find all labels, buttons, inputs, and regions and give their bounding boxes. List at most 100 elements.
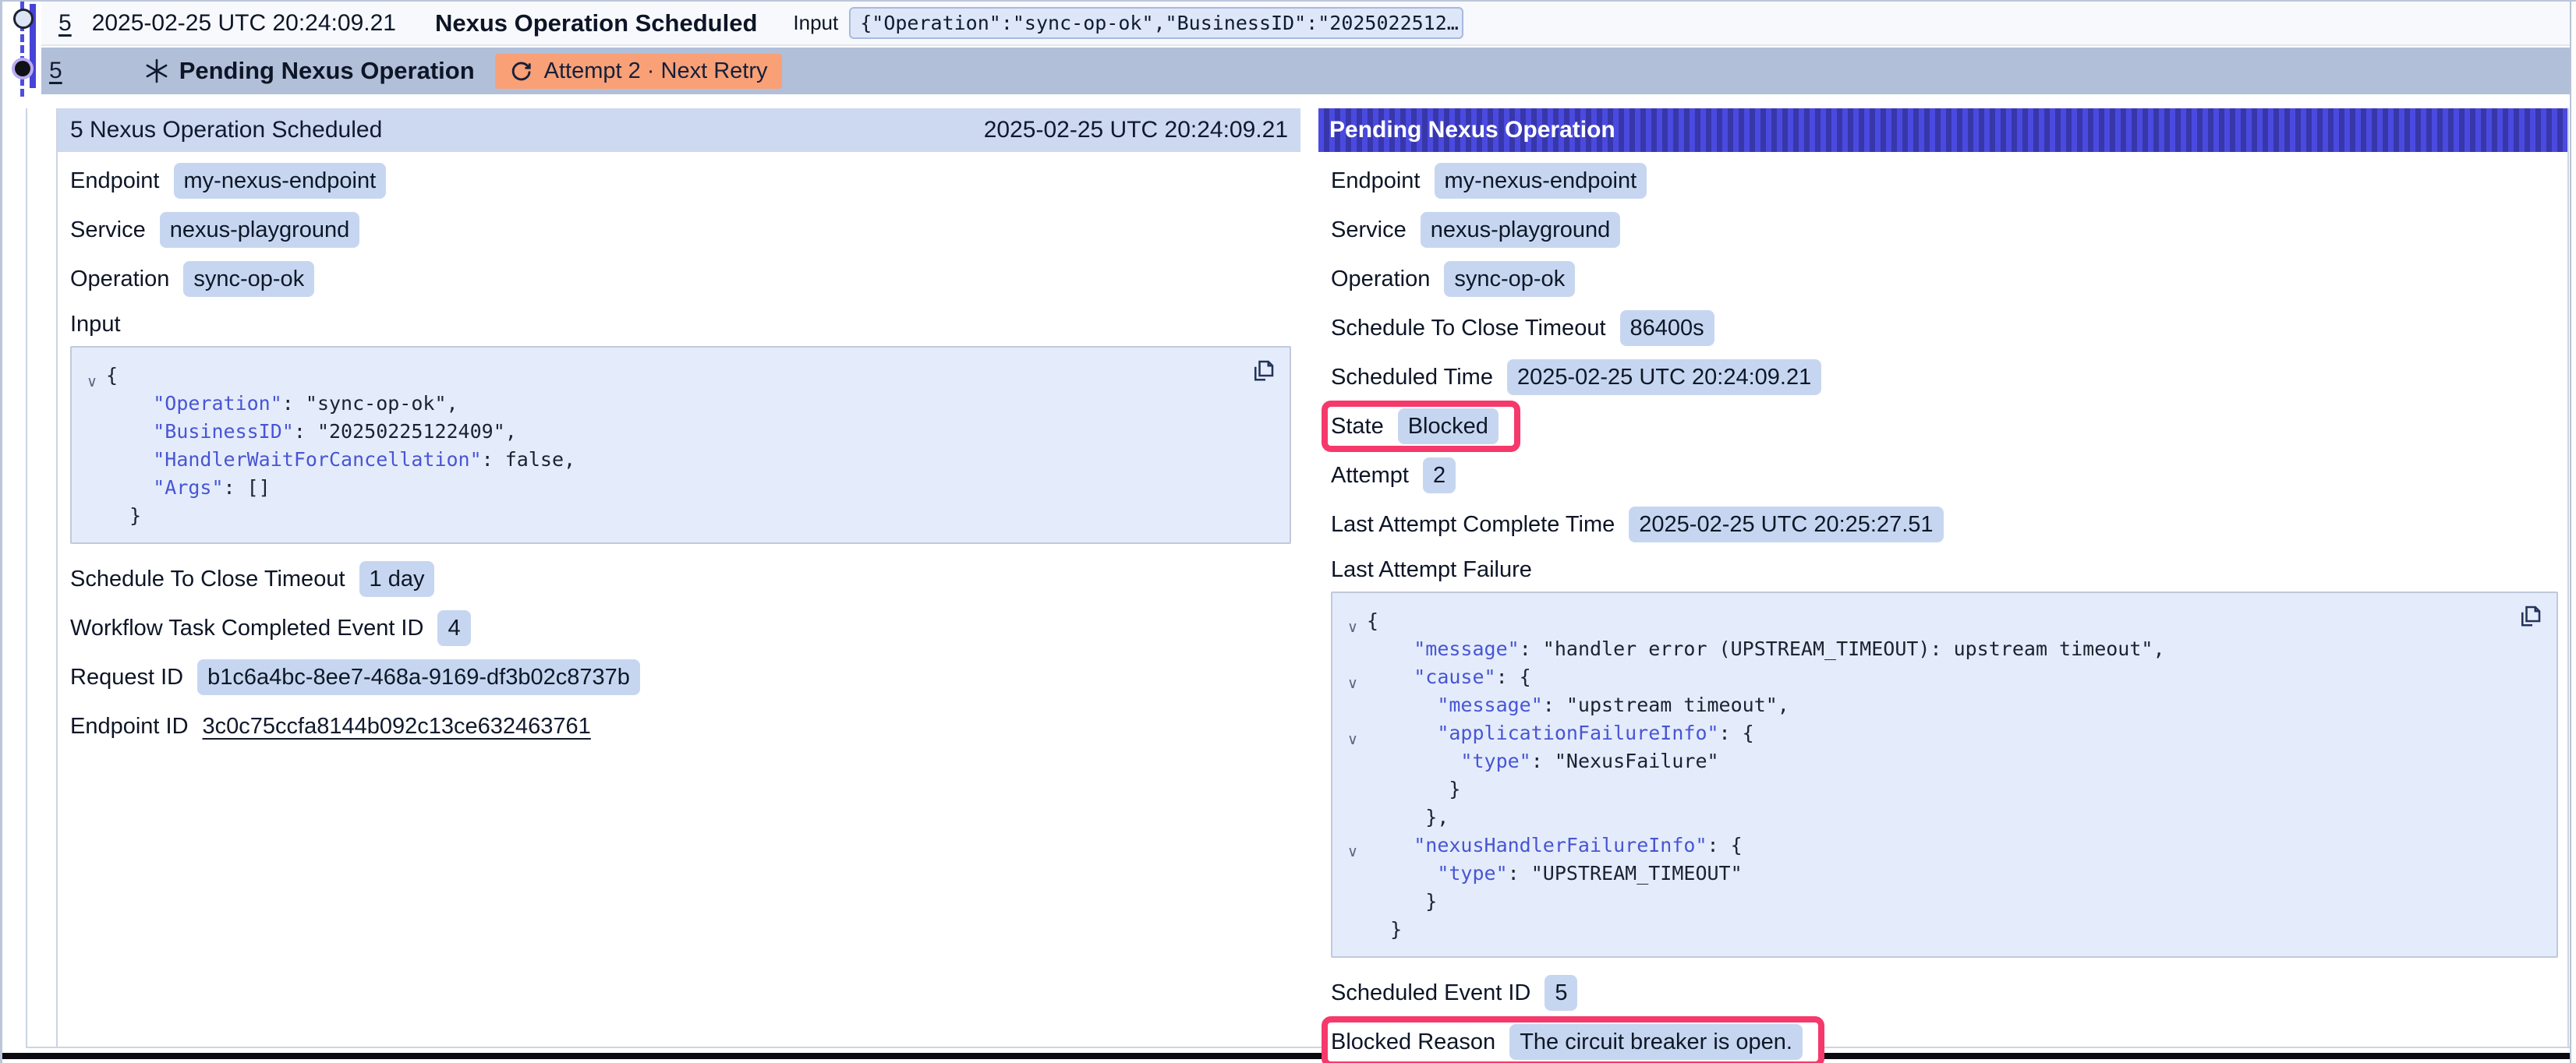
collapse-chevron-icon[interactable]: ∨: [1339, 839, 1367, 867]
code-text: "Args": []: [106, 474, 271, 502]
field-row-scheduled-event-id: Scheduled Event ID5: [1331, 975, 2564, 1011]
code-gutter: [1339, 867, 1367, 895]
field-label-service: Service: [1331, 217, 1407, 243]
pending-asterisk-icon: [143, 58, 170, 84]
code-gutter: [78, 509, 106, 537]
code-line: "message": "handler error (UPSTREAM_TIME…: [1339, 635, 2541, 663]
code-text: },: [1367, 803, 1449, 832]
field-row-operation: Operationsync-op-ok: [1331, 261, 2564, 297]
code-line: ∨ "cause": {: [1339, 663, 2541, 691]
collapse-chevron-icon[interactable]: ∨: [1339, 726, 1367, 754]
code-line: "message": "upstream timeout",: [1339, 691, 2541, 719]
event-id-link[interactable]: 5: [49, 58, 62, 84]
code-text: "message": "handler error (UPSTREAM_TIME…: [1367, 635, 2165, 663]
field-row-scheduled-time: Scheduled Time2025-02-25 UTC 20:24:09.21: [1331, 359, 2564, 395]
collapse-chevron-icon[interactable]: ∨: [78, 369, 106, 397]
field-label-operation: Operation: [1331, 267, 1430, 292]
retry-icon: [509, 59, 533, 83]
pending-panel-fields: Endpointmy-nexus-endpointServicenexus-pl…: [1318, 152, 2567, 1063]
event-id-link[interactable]: 5: [58, 10, 72, 37]
code-text: }: [1367, 916, 1402, 944]
event-row-pending-nexus-operation[interactable]: 5 Pending Nexus Operation Attempt 2 · Ne…: [41, 48, 2574, 94]
code-text: "cause": {: [1367, 663, 1531, 691]
field-label-schedule-to-close-timeout: Schedule To Close Timeout: [1331, 316, 1606, 341]
code-gutter: [1339, 754, 1367, 782]
code-line: }: [1339, 916, 2541, 944]
field-label-scheduled-time: Scheduled Time: [1331, 365, 1493, 390]
code-gutter: [1339, 923, 1367, 951]
field-value-link-endpoint-id[interactable]: 3c0c75ccfa8144b092c13ce632463761: [203, 714, 591, 740]
copy-button[interactable]: [1249, 357, 1277, 387]
field-value-badge-schedule-to-close-timeout: 1 day: [359, 561, 435, 597]
scrollbar-gutter[interactable]: [2570, 2, 2576, 1063]
field-row-last-attempt-complete-time: Last Attempt Complete Time 2025-02-25 UTC…: [1331, 507, 2564, 542]
code-line: }: [78, 502, 1274, 530]
field-value-badge-endpoint: my-nexus-endpoint: [174, 163, 387, 199]
pending-panel-title: Pending Nexus Operation: [1329, 117, 1615, 143]
code-line: ∨ "applicationFailureInfo": {: [1339, 719, 2541, 747]
field-value-badge-endpoint: my-nexus-endpoint: [1435, 163, 1647, 199]
event-row-nexus-operation-scheduled[interactable]: 5 2025-02-25 UTC 20:24:09.21 Nexus Opera…: [41, 2, 2574, 46]
timeline-event-marker-open: [13, 9, 34, 29]
code-text: {: [106, 362, 118, 390]
field-value-badge-schedule-to-close-timeout: 86400s: [1620, 310, 1714, 346]
field-label-last-attempt-failure: Last Attempt Failure: [1331, 556, 2564, 584]
field-row-attempt: Attempt 2: [1331, 457, 2564, 493]
field-label-schedule-to-close-timeout: Schedule To Close Timeout: [70, 567, 345, 592]
scheduled-panel-title: 5 Nexus Operation Scheduled: [70, 117, 382, 143]
field-row-schedule-to-close-timeout: Schedule To Close Timeout 86400s: [1331, 310, 2564, 346]
collapse-chevron-icon[interactable]: ∨: [1339, 670, 1367, 698]
field-row-operation: Operationsync-op-ok: [70, 261, 1297, 297]
field-value-badge-last-attempt-complete-time: 2025-02-25 UTC 20:25:27.51: [1629, 507, 1943, 542]
scheduled-panel-header: 5 Nexus Operation Scheduled 2025-02-25 U…: [58, 108, 1300, 152]
code-line: ∨{: [78, 362, 1274, 390]
field-value-badge-operation: sync-op-ok: [183, 261, 314, 297]
field-row-endpoint: Endpointmy-nexus-endpoint: [70, 163, 1297, 199]
code-text: }: [1367, 775, 1460, 803]
field-value-badge-state: Blocked: [1398, 408, 1499, 444]
field-label-last-attempt-complete-time: Last Attempt Complete Time: [1331, 512, 1615, 538]
event-title: Nexus Operation Scheduled: [435, 9, 757, 37]
field-row-service: Servicenexus-playground: [70, 212, 1297, 248]
code-text: "HandlerWaitForCancellation": false,: [106, 446, 575, 474]
code-text: }: [106, 502, 141, 530]
temporal-event-history-screen: 5 2025-02-25 UTC 20:24:09.21 Nexus Opera…: [0, 0, 2576, 1063]
code-text: "message": "upstream timeout",: [1367, 691, 1789, 719]
code-line: ∨ "nexusHandlerFailureInfo": {: [1339, 832, 2541, 860]
code-line: },: [1339, 803, 2541, 832]
code-gutter: [1339, 642, 1367, 670]
field-value-badge-workflow-task-completed-event-id: 4: [437, 610, 470, 646]
json-code-block: ∨{ "message": "handler error (UPSTREAM_T…: [1331, 592, 2558, 958]
field-label-endpoint: Endpoint: [1331, 168, 1421, 194]
code-gutter: [78, 397, 106, 425]
code-line: }: [1339, 775, 2541, 803]
field-label-endpoint-id: Endpoint ID: [70, 714, 189, 740]
code-text: "type": "NexusFailure": [1367, 747, 1719, 775]
code-gutter: [78, 425, 106, 453]
code-gutter: [1339, 895, 1367, 923]
code-line: "Operation": "sync-op-ok",: [78, 390, 1274, 418]
code-text: "type": "UPSTREAM_TIMEOUT": [1367, 860, 1743, 888]
field-row-blocked-reason-highlighted: Blocked ReasonThe circuit breaker is ope…: [1331, 1024, 1803, 1060]
code-gutter: [1339, 810, 1367, 839]
event-input-preview-chip[interactable]: {"Operation":"sync-op-ok","BusinessID":"…: [849, 7, 1463, 39]
code-line: "type": "NexusFailure": [1339, 747, 2541, 775]
field-value-badge-attempt: 2: [1423, 457, 1456, 493]
code-text: {: [1367, 607, 1378, 635]
code-text: }: [1367, 888, 1437, 916]
field-value-badge-request-id: b1c6a4bc-8ee7-468a-9169-df3b02c8737b: [197, 659, 640, 695]
event-timestamp: 2025-02-25 UTC 20:24:09.21: [92, 10, 396, 37]
code-line: "BusinessID": "20250225122409",: [78, 418, 1274, 446]
field-label-attempt: Attempt: [1331, 463, 1409, 489]
code-gutter: [78, 453, 106, 481]
code-line: "Args": []: [78, 474, 1274, 502]
copy-button[interactable]: [2516, 602, 2544, 633]
field-row-workflow-task-completed-event-id: Workflow Task Completed Event ID4: [70, 610, 1297, 646]
field-row-state-highlighted: State Blocked: [1331, 408, 1499, 444]
scheduled-panel-fields: Endpointmy-nexus-endpoint Servicenexus-pl…: [58, 152, 1300, 744]
field-label-state: State: [1331, 414, 1384, 440]
code-line: "HandlerWaitForCancellation": false,: [78, 446, 1274, 474]
event-input-label: Input: [793, 11, 838, 35]
field-value-badge-scheduled-event-id: 5: [1545, 975, 1577, 1011]
collapse-chevron-icon[interactable]: ∨: [1339, 614, 1367, 642]
